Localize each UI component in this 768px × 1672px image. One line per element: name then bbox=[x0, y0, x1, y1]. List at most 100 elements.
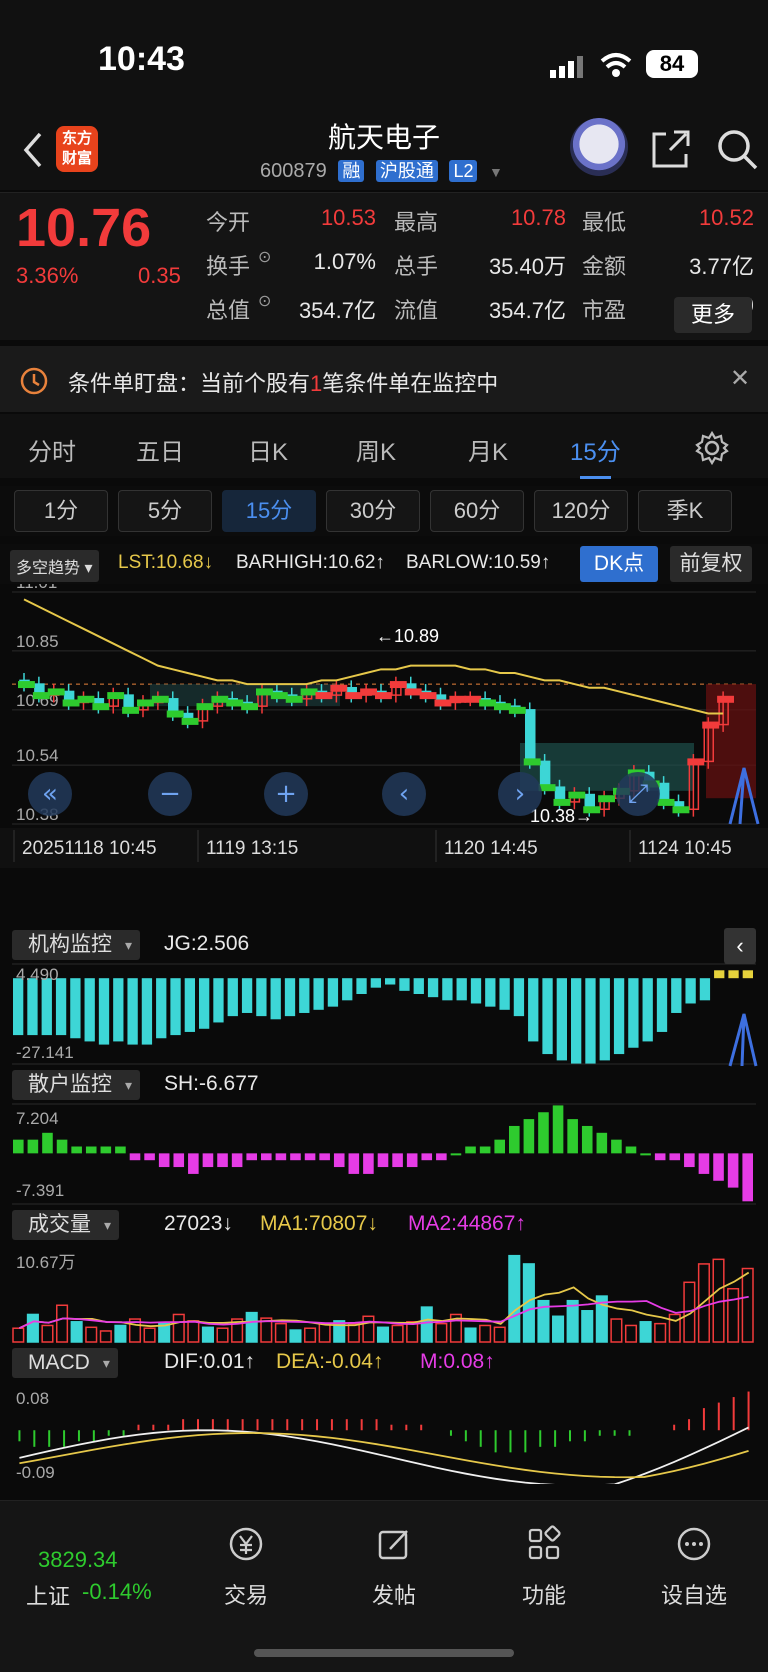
indicator-bar bbox=[698, 1153, 710, 1174]
volume-bar bbox=[41, 1324, 54, 1343]
period-tab[interactable]: 分时 bbox=[28, 432, 76, 467]
period-tab[interactable]: 月K bbox=[468, 432, 508, 467]
y-tick-label: 4.490 bbox=[16, 965, 59, 984]
indicator-bar bbox=[542, 978, 553, 1055]
indicator-bar bbox=[599, 978, 610, 1061]
period-tab[interactable]: 周K bbox=[356, 432, 396, 467]
indicator-bar bbox=[628, 978, 639, 1048]
volume-bar bbox=[552, 1315, 565, 1343]
indicator-bar bbox=[13, 978, 24, 1036]
indicator-bar bbox=[170, 978, 181, 1036]
volume-indicator-select[interactable]: 成交量 bbox=[12, 1210, 119, 1240]
next-icon-glyph: › bbox=[515, 779, 525, 809]
trend-segment bbox=[375, 692, 392, 700]
share-icon[interactable] bbox=[650, 128, 690, 170]
trend-segment bbox=[717, 695, 734, 703]
volume-bar bbox=[289, 1329, 302, 1343]
index-value[interactable]: 3829.34 bbox=[38, 1547, 118, 1573]
minute-tab[interactable]: 5分 bbox=[118, 490, 212, 532]
indicator-bar bbox=[714, 970, 725, 979]
dk-point-button[interactable]: DK点 bbox=[580, 546, 658, 582]
minute-tab[interactable]: 季K bbox=[638, 490, 732, 532]
volume-bar bbox=[624, 1324, 638, 1343]
indicator-bar bbox=[571, 978, 582, 1064]
stock-code: 600879 bbox=[260, 160, 327, 182]
indicator-bar bbox=[742, 1153, 753, 1202]
indicator-bar bbox=[246, 1153, 257, 1161]
home-indicator bbox=[254, 1649, 514, 1657]
minute-tab[interactable]: 30分 bbox=[326, 490, 420, 532]
condition-order-notice[interactable]: 条件单盯盘：当前个股有1笔条件单在监控中 ✕ bbox=[0, 346, 768, 412]
gear-icon[interactable] bbox=[694, 430, 730, 466]
adjust-mode-button[interactable]: 前复权 bbox=[670, 546, 752, 582]
collapse-panel-icon[interactable]: ‹ bbox=[724, 928, 756, 964]
indicator-bar bbox=[596, 1132, 608, 1154]
indicator-bar bbox=[684, 1153, 695, 1168]
period-tab[interactable]: 五日 bbox=[136, 432, 184, 467]
y-tick-label: 10.67万 bbox=[16, 1253, 76, 1272]
indicator-bar bbox=[625, 1146, 637, 1154]
trend-segment bbox=[434, 699, 452, 707]
quote-value: 3.77亿 bbox=[689, 254, 754, 279]
quote-value: 10.52 bbox=[698, 205, 754, 230]
trend-segment bbox=[702, 721, 720, 729]
change-percent: 3.36% bbox=[16, 263, 79, 288]
indicator-bar bbox=[728, 970, 739, 979]
macd-dif-line bbox=[19, 1426, 749, 1484]
close-icon[interactable]: ✕ bbox=[730, 364, 750, 393]
index-name[interactable]: 上证 bbox=[26, 1579, 70, 1611]
indicator-bar bbox=[71, 1146, 82, 1154]
indicator-bar bbox=[227, 978, 238, 1017]
nav-add-watchlist[interactable]: 设自选 bbox=[644, 1525, 744, 1610]
indicator-bar bbox=[27, 1139, 39, 1154]
trend-segment bbox=[523, 758, 541, 766]
period-tab[interactable]: 日K bbox=[248, 432, 288, 467]
stock-header: 东方 财富 航天电子 600879 融 沪股通 L2 ▼ bbox=[0, 110, 768, 190]
minute-tabs: 1分 5分 15分 30分 60分 120分 季K bbox=[0, 486, 768, 536]
indicator-bar bbox=[127, 978, 138, 1045]
nav-post[interactable]: 发帖 bbox=[344, 1525, 444, 1610]
volume-bar bbox=[581, 1310, 594, 1343]
jg-value: JG:2.506 bbox=[164, 932, 250, 955]
volume-bar bbox=[727, 1287, 740, 1343]
index-change[interactable]: -0.14% bbox=[82, 1579, 152, 1605]
yuan-icon bbox=[229, 1527, 263, 1561]
sh-indicator-select[interactable]: 散户监控 bbox=[12, 1070, 140, 1100]
indicator-bar bbox=[158, 1153, 170, 1168]
trend-segment bbox=[226, 699, 244, 707]
jg-indicator-select[interactable]: 机构监控 bbox=[12, 930, 140, 960]
trend-segment bbox=[389, 681, 407, 689]
trend-segment bbox=[687, 758, 705, 766]
quote-value: 1.07% bbox=[313, 249, 376, 274]
stock-code-line[interactable]: 600879 融 沪股通 L2 ▼ bbox=[260, 160, 503, 183]
trend-segment bbox=[360, 688, 377, 696]
volume-bar bbox=[245, 1311, 258, 1343]
indicator-bar bbox=[406, 1153, 418, 1168]
search-icon[interactable] bbox=[716, 128, 758, 170]
minute-tab[interactable]: 1分 bbox=[14, 490, 108, 532]
minute-tab[interactable]: 15分 bbox=[222, 490, 316, 532]
volume-bar bbox=[391, 1324, 404, 1343]
status-bar: 10:43 84 bbox=[0, 0, 768, 110]
indicator-bar bbox=[356, 978, 367, 995]
nav-trade[interactable]: 交易 bbox=[196, 1525, 296, 1610]
minute-tab[interactable]: 120分 bbox=[534, 490, 628, 532]
jg-panel-header: 机构监控 JG:2.506 ‹ bbox=[0, 928, 768, 964]
more-button[interactable]: 更多 bbox=[674, 297, 752, 333]
indicator-bar bbox=[450, 1153, 462, 1156]
trend-segment bbox=[553, 798, 571, 806]
indicator-bar bbox=[456, 978, 467, 1001]
nav-features[interactable]: 功能 bbox=[494, 1525, 594, 1610]
trend-indicator-select[interactable]: 多空趋势 ▾ bbox=[10, 550, 99, 582]
period-tab[interactable]: 15分 bbox=[570, 432, 621, 479]
volume-bar bbox=[318, 1322, 331, 1343]
robot-assistant-icon[interactable] bbox=[570, 118, 628, 176]
minute-tab[interactable]: 60分 bbox=[430, 490, 524, 532]
main-indicator-bar: 多空趋势 ▾ LST:10.68↓ BARHIGH:10.62↑ BARLOW:… bbox=[0, 544, 768, 584]
trend-segment bbox=[62, 699, 80, 707]
change-amount: 0.35 bbox=[138, 263, 181, 288]
y-tick-label: -27.141 bbox=[16, 1043, 74, 1062]
macd-m: M:0.08↑ bbox=[420, 1350, 495, 1373]
macd-indicator-select[interactable]: MACD bbox=[12, 1348, 118, 1378]
y-tick-label: 7.204 bbox=[16, 1109, 59, 1128]
